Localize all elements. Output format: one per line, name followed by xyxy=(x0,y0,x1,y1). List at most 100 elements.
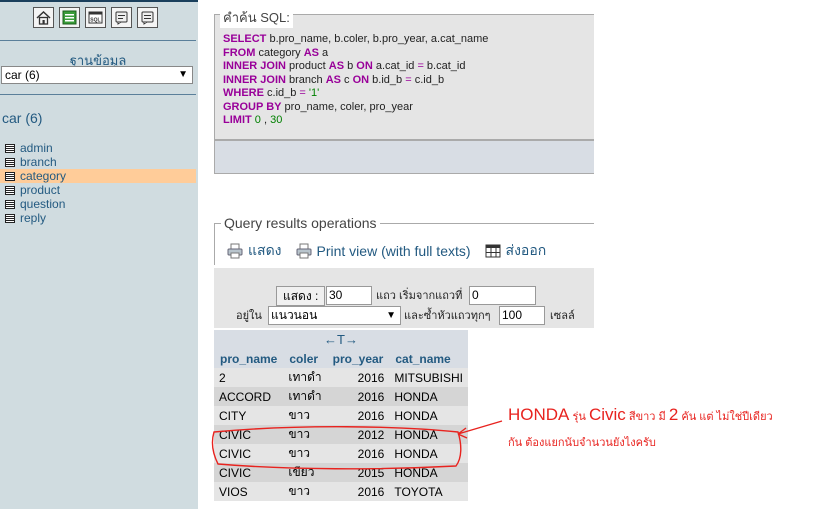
annotation-fragment: คัน แต่ ไม่ใช่ปีเดียว xyxy=(678,411,773,423)
table-cell-coler: เทาดำ xyxy=(283,368,327,387)
table-row: CITY ขาว 2016 HONDA xyxy=(214,406,469,425)
cells-label: เซลล์ xyxy=(550,310,575,322)
table-link-label: admin xyxy=(20,141,53,155)
show-link[interactable]: แสดง xyxy=(227,240,282,262)
table-icon xyxy=(5,143,15,153)
database-select[interactable]: car (6) ▼ xyxy=(1,66,193,84)
sql-token: 0 xyxy=(251,114,261,126)
annotation-fragment: Civic xyxy=(588,405,626,424)
table-icon xyxy=(5,199,15,209)
table-cell-pro_name: 2 xyxy=(214,368,284,387)
rows-from-label: แถว เริ่มจากแถวที่ xyxy=(376,290,463,302)
column-sort-arrows[interactable]: ←T→ xyxy=(214,330,469,349)
column-header-pro_year[interactable]: pro_year xyxy=(326,349,390,368)
sql-token: c.id_b xyxy=(263,87,300,99)
display-mode-select[interactable]: แนวนอน ▼ xyxy=(268,306,401,325)
database-select-value: car (6) xyxy=(5,68,40,82)
table-cell-cat_name: HONDA xyxy=(389,387,469,406)
sql-token: AS xyxy=(328,60,345,72)
sql-token: , xyxy=(260,114,271,126)
table-link-category[interactable]: category xyxy=(0,169,196,183)
column-header-coler[interactable]: coler xyxy=(283,349,327,368)
table-link-reply[interactable]: reply xyxy=(0,211,196,225)
table-cell-cat_name: HONDA xyxy=(389,463,469,482)
annotation-line-2: กัน ต้องแยกนับจำนวนยังไงครับ xyxy=(508,437,656,449)
table-link-admin[interactable]: admin xyxy=(0,141,196,155)
sql-line: LIMIT 0 , 30 xyxy=(223,114,488,128)
annotation-fragment: 2 xyxy=(668,405,679,424)
table-row: ACCORD เทาดำ 2016 HONDA xyxy=(214,387,469,406)
sql-token: b.cat_id xyxy=(423,60,466,72)
table-cell-coler: ขาว xyxy=(283,425,327,444)
print-view-link[interactable]: Print view (with full texts) xyxy=(296,243,471,259)
column-header-cat_name[interactable]: cat_name xyxy=(389,349,469,368)
table-cell-pro_year: 2012 xyxy=(326,425,390,444)
table-icon xyxy=(5,213,15,223)
table-link-label: product xyxy=(20,183,61,197)
sql-token: ON xyxy=(356,60,373,72)
home-icon[interactable] xyxy=(33,7,54,28)
navigation-panel: SQL ฐานข้อมูล car (6) ▼ car (6) admin bra… xyxy=(0,0,198,509)
docs-icon[interactable] xyxy=(111,7,132,28)
sql-token: SELECT xyxy=(223,33,267,45)
table-cell-pro_name: CIVIC xyxy=(214,425,284,444)
table-cell-coler: เทาดำ xyxy=(283,387,327,406)
nav-divider xyxy=(0,40,196,41)
table-icon xyxy=(5,185,15,195)
chevron-down-icon: ▼ xyxy=(386,310,396,321)
table-link-branch[interactable]: branch xyxy=(0,155,196,169)
export-table-icon xyxy=(485,244,501,258)
sql-token: ON xyxy=(352,73,370,86)
sql-token: b.pro_name, b.coler, b.pro_year, a.cat_n… xyxy=(266,33,489,45)
help-icon[interactable] xyxy=(137,7,158,28)
table-header-row: pro_name coler pro_year cat_name xyxy=(214,349,469,368)
table-cell-coler: ขาว xyxy=(283,482,327,501)
sql-token: c xyxy=(341,73,353,86)
repeat-headers-label: และซ้ำหัวแถวทุกๆ xyxy=(404,310,491,322)
sql-line: SELECT b.pro_name, b.coler, b.pro_year, … xyxy=(223,33,488,47)
sql-icon[interactable]: SQL xyxy=(85,7,106,28)
sql-token: c.id_b xyxy=(411,73,445,86)
table-cell-pro_year: 2016 xyxy=(326,368,390,387)
print-icon xyxy=(296,243,311,259)
table-link-question[interactable]: question xyxy=(0,197,196,211)
print-view-label: Print view (with full texts) xyxy=(316,243,471,259)
sql-line: INNER JOIN product AS b ON a.cat_id = b.… xyxy=(223,60,488,74)
current-database-link[interactable]: car (6) xyxy=(2,110,42,126)
nav-divider xyxy=(0,94,196,95)
show-button[interactable]: แสดง : xyxy=(276,286,326,306)
sql-token: branch xyxy=(285,73,326,86)
annotation-fragment: HONDA xyxy=(508,405,570,424)
table-cell-coler: เขียว xyxy=(283,463,327,482)
operations-legend: Query results operations xyxy=(221,215,380,231)
table-cell-pro_name: CITY xyxy=(214,406,284,425)
display-mode-value: แนวนอน xyxy=(271,308,318,322)
rows-count-input[interactable]: 30 xyxy=(326,286,372,305)
export-label: ส่งออก xyxy=(505,242,547,258)
sql-token: '1' xyxy=(305,87,320,99)
sql-token: pro_name, coler, pro_year xyxy=(281,100,413,113)
annotation-fragment: สีขาว มี xyxy=(625,411,669,423)
export-link[interactable]: ส่งออก xyxy=(485,240,547,262)
table-icon xyxy=(5,157,15,167)
chevron-down-icon: ▼ xyxy=(178,69,188,80)
sql-token: GROUP BY xyxy=(223,100,282,113)
sql-token: b xyxy=(344,60,357,72)
sql-token: AS xyxy=(303,46,319,59)
sql-token: LIMIT xyxy=(223,114,252,126)
repeat-headers-input[interactable]: 100 xyxy=(499,306,545,325)
annotation-text: HONDA รุ่น Civic สีขาว มี 2 คัน แต่ ไม่ใ… xyxy=(508,405,773,451)
start-row-input[interactable]: 0 xyxy=(469,286,536,305)
print-icon xyxy=(227,243,243,259)
column-header-pro_name[interactable]: pro_name xyxy=(214,349,284,368)
show-link-label: แสดง xyxy=(248,242,282,258)
table-link-product[interactable]: product xyxy=(0,183,196,197)
sql-line: FROM category AS a xyxy=(223,47,488,61)
table-link-label: question xyxy=(20,197,66,211)
table-row: VIOS ขาว 2016 TOYOTA xyxy=(214,482,469,501)
table-cell-pro_name: ACCORD xyxy=(214,387,284,406)
sql-token: product xyxy=(285,60,329,72)
query-window-icon[interactable] xyxy=(59,7,80,28)
table-row: CIVIC เขียว 2015 HONDA xyxy=(214,463,469,482)
table-cell-cat_name: MITSUBISHI xyxy=(389,368,469,387)
